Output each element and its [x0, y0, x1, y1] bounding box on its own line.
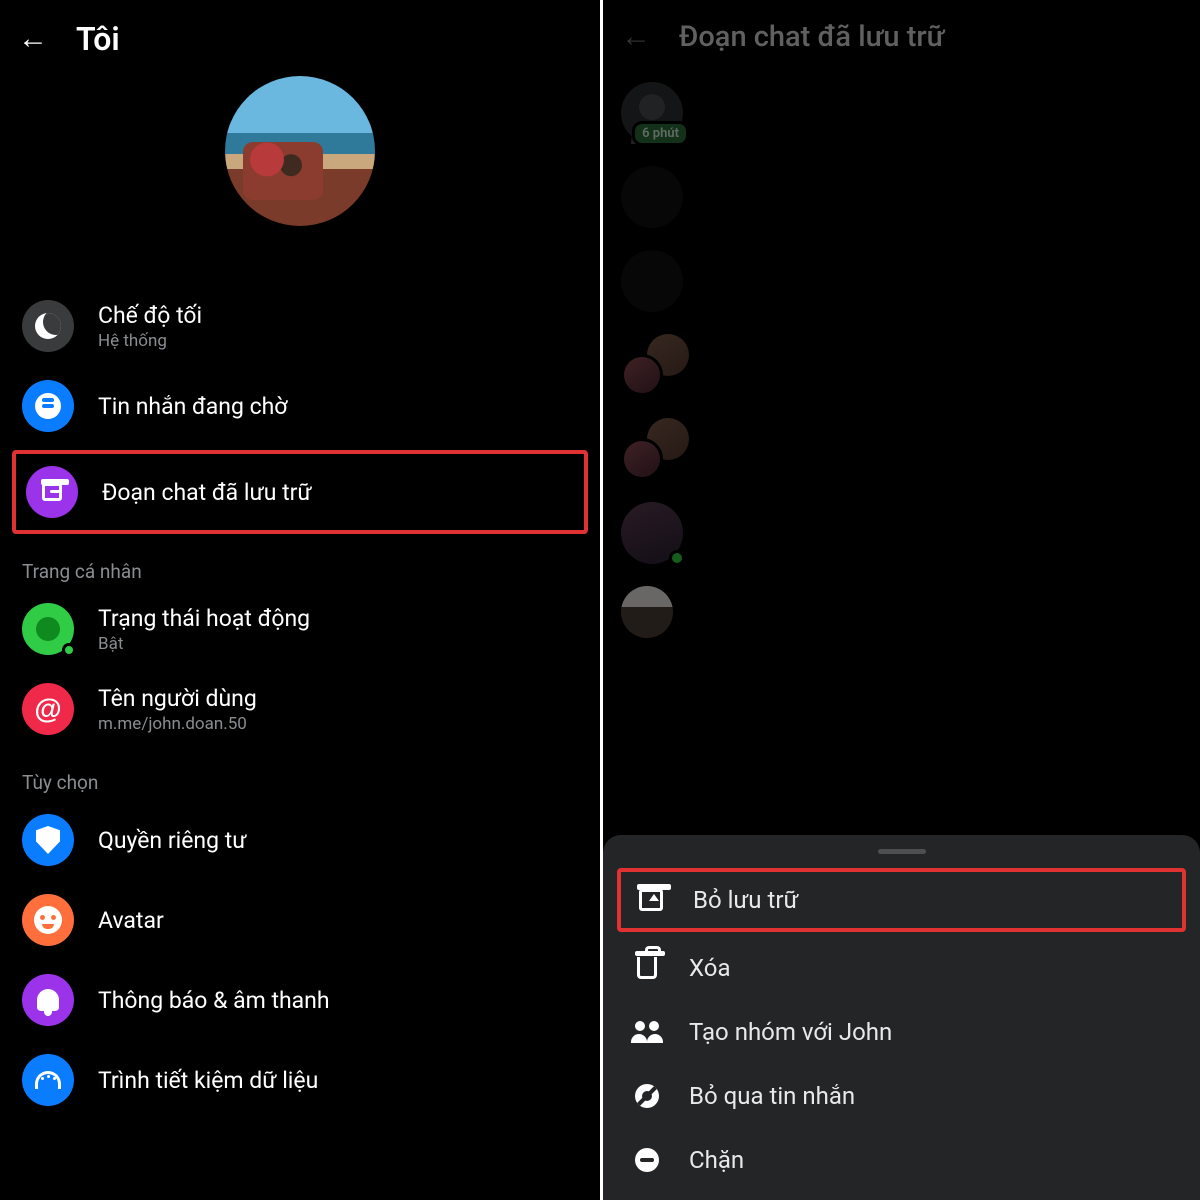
create-group-row[interactable]: Tạo nhóm với John [617, 1000, 1186, 1064]
active-status-icon [22, 603, 74, 655]
block-icon [631, 1148, 663, 1172]
mute-row[interactable]: Bỏ qua tin nhắn [617, 1064, 1186, 1128]
mute-icon [631, 1084, 663, 1108]
dark-mode-label: Chế độ tối [98, 302, 202, 329]
avatar-label: Avatar [98, 907, 164, 934]
avatar-row[interactable]: Avatar [0, 880, 600, 960]
username-label: Tên người dùng [98, 685, 257, 712]
avatar-placeholder: 6 phút [621, 82, 683, 144]
block-label: Chặn [689, 1146, 744, 1174]
list-item[interactable]: 6 phút [621, 74, 1182, 152]
username-sub: m.me/john.doan.50 [98, 714, 257, 734]
shield-icon [22, 814, 74, 866]
list-item[interactable] [621, 326, 1182, 404]
gauge-icon [22, 1054, 74, 1106]
group-icon [631, 1021, 663, 1043]
chat-icon [22, 380, 74, 432]
sheet-grabber[interactable] [878, 849, 926, 854]
section-options: Tùy chọn [0, 749, 600, 800]
avatar [621, 166, 683, 228]
bell-icon [22, 974, 74, 1026]
pending-messages-row[interactable]: Tin nhắn đang chờ [0, 366, 600, 446]
data-saver-label: Trình tiết kiệm dữ liệu [98, 1067, 318, 1094]
conversation-list: 6 phút [603, 66, 1200, 644]
list-item[interactable] [621, 494, 1182, 572]
page-title: Đoạn chat đã lưu trữ [679, 20, 944, 54]
list-item[interactable] [621, 410, 1182, 488]
action-sheet: Bỏ lưu trữ Xóa Tạo nhóm với John Bỏ qua … [603, 835, 1200, 1200]
header: ← Đoạn chat đã lưu trữ [603, 0, 1200, 66]
privacy-label: Quyền riêng tư [98, 827, 247, 854]
privacy-row[interactable]: Quyền riêng tư [0, 800, 600, 880]
list-item[interactable] [621, 158, 1182, 236]
active-status-label: Trạng thái hoạt động [98, 605, 310, 632]
group-avatar [621, 418, 689, 480]
active-status-row[interactable]: Trạng thái hoạt động Bật [0, 589, 600, 669]
delete-row[interactable]: Xóa [617, 936, 1186, 1000]
list-item[interactable] [621, 242, 1182, 320]
username-row[interactable]: @ Tên người dùng m.me/john.doan.50 [0, 669, 600, 749]
avatar [621, 586, 673, 638]
section-profile: Trang cá nhân [0, 538, 600, 589]
archived-highlight: Đoạn chat đã lưu trữ [12, 450, 588, 534]
moon-icon [22, 300, 74, 352]
unarchive-highlight: Bỏ lưu trữ [617, 868, 1186, 932]
profile-avatar-wrap [0, 76, 600, 226]
at-icon: @ [22, 683, 74, 735]
create-group-label: Tạo nhóm với John [689, 1018, 892, 1046]
back-arrow-icon[interactable]: ← [18, 24, 48, 54]
trash-icon [631, 957, 663, 979]
unarchive-row[interactable]: Bỏ lưu trữ [621, 872, 1182, 928]
active-status-sub: Bật [98, 634, 310, 654]
avatar-icon [22, 894, 74, 946]
back-arrow-icon[interactable]: ← [621, 22, 651, 52]
online-dot-icon [669, 550, 685, 566]
avatar [621, 250, 683, 312]
dark-mode-row[interactable]: Chế độ tối Hệ thống [0, 286, 600, 366]
archive-icon [26, 466, 78, 518]
profile-avatar[interactable] [225, 76, 375, 226]
group-avatar [621, 334, 689, 396]
delete-label: Xóa [689, 954, 731, 982]
list-item[interactable] [621, 578, 1182, 646]
mute-label: Bỏ qua tin nhắn [689, 1082, 855, 1110]
settings-panel: ← Tôi Chế độ tối Hệ thống Tin nhắn đang … [0, 0, 600, 1200]
page-title: Tôi [76, 20, 120, 58]
notifications-label: Thông báo & âm thanh [98, 987, 330, 1014]
archived-panel: ← Đoạn chat đã lưu trữ 6 phút Bỏ [600, 0, 1200, 1200]
time-badge: 6 phút [632, 121, 689, 146]
unarchive-label: Bỏ lưu trữ [693, 886, 798, 914]
archived-label: Đoạn chat đã lưu trữ [102, 479, 312, 506]
dark-mode-sub: Hệ thống [98, 331, 202, 351]
block-row[interactable]: Chặn [617, 1128, 1186, 1192]
notifications-row[interactable]: Thông báo & âm thanh [0, 960, 600, 1040]
avatar [621, 502, 683, 564]
data-saver-row[interactable]: Trình tiết kiệm dữ liệu [0, 1040, 600, 1106]
header: ← Tôi [0, 0, 600, 66]
pending-label: Tin nhắn đang chờ [98, 393, 287, 420]
archived-chats-row[interactable]: Đoạn chat đã lưu trữ [16, 454, 578, 530]
unarchive-icon [635, 889, 667, 911]
